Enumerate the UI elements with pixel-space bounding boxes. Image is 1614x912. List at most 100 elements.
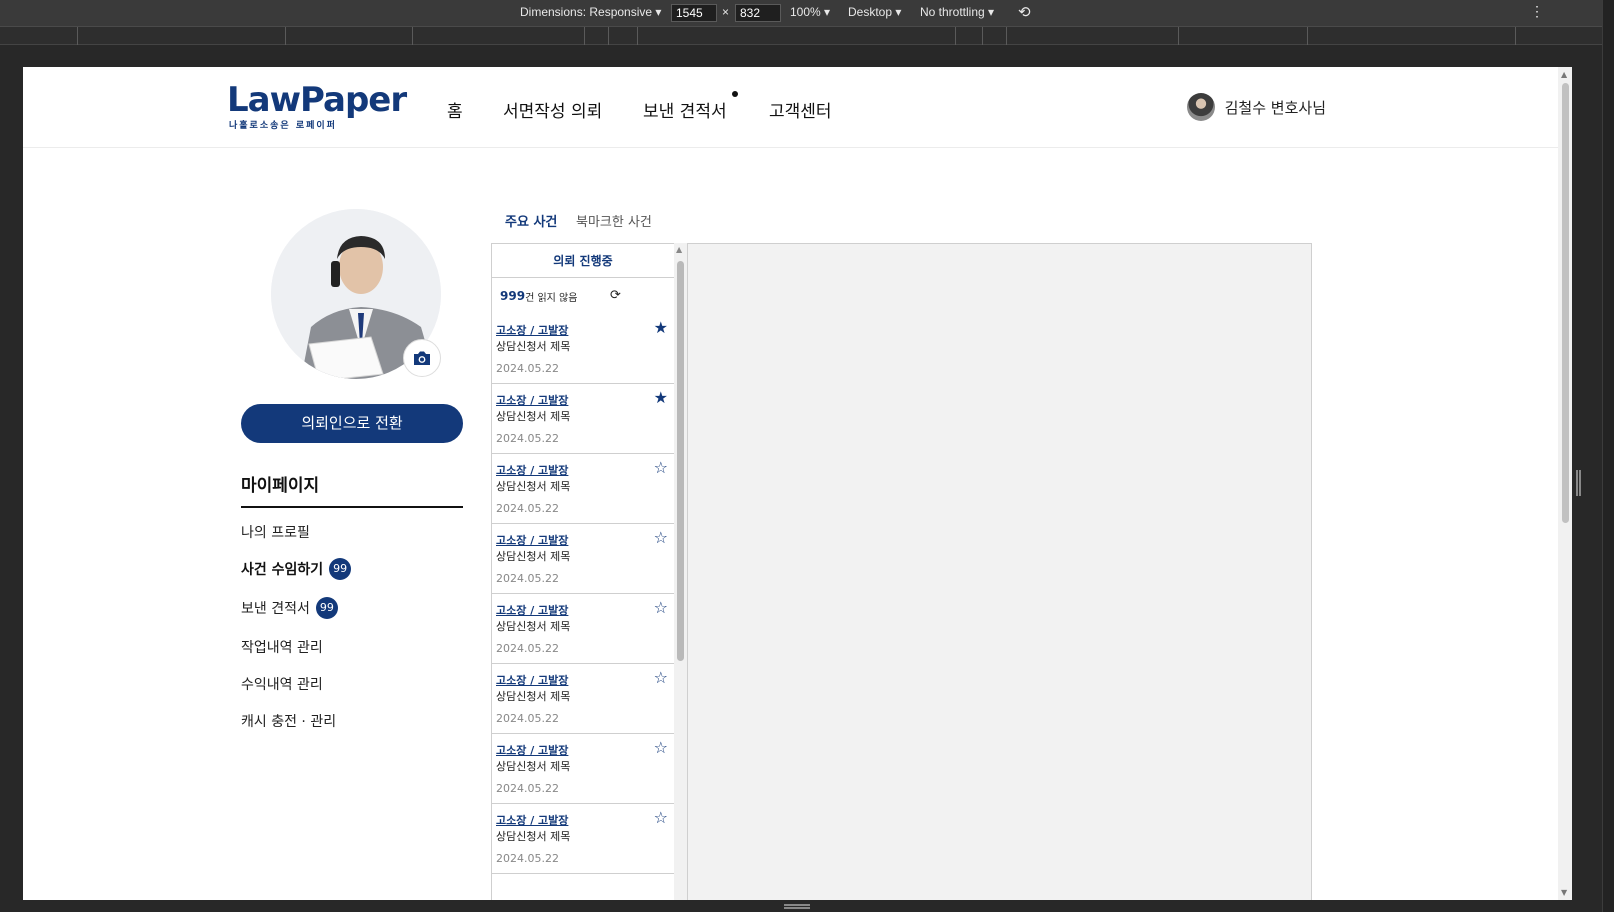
case-list-item[interactable]: 고소장 / 고발장 상담신청서 제목 2024.05.22 ☆ [492,804,674,874]
sidebar-item-earnings[interactable]: 수익내역 관리 [241,674,323,694]
case-date: 2024.05.22 [496,712,559,725]
star-outline-icon[interactable]: ☆ [654,670,668,686]
case-list-item[interactable]: 고소장 / 고발장상담신청서 제목 2024.05.22 ☆ [492,664,674,734]
star-filled-icon[interactable]: ★ [654,320,668,336]
sidebar-item-sent-quotes[interactable]: 보낸 견적서 99 [241,597,338,619]
unread-label: 건 읽지 않음 [525,292,578,304]
logo-text: LawPaper [227,80,407,120]
sidebar-item-label: 사건 수임하기 [241,562,324,578]
sidebar-item-cash[interactable]: 캐시 충전 · 관리 [241,711,336,731]
case-title: 상담신청서 제목 [496,340,571,353]
count-badge: 99 [315,597,338,619]
star-outline-icon[interactable]: ☆ [654,740,668,756]
rotate-icon[interactable]: ⟲ [1018,3,1031,21]
case-category[interactable]: 고소장 / 고발장 [496,532,568,548]
case-detail-panel [687,243,1312,900]
case-date: 2024.05.22 [496,852,559,865]
case-category[interactable]: 고소장 / 고발장 [496,602,568,618]
zoom-label: 100% [790,5,821,19]
case-list-scrollbar[interactable]: ▲ [674,243,687,900]
dimensions-dropdown[interactable]: Dimensions: Responsive ▾ [520,5,661,19]
width-input[interactable]: 1545 [671,4,717,22]
unread-summary: 999 건 읽지 않음 ⟳ [492,278,674,314]
star-filled-icon[interactable]: ★ [654,390,668,406]
scroll-thumb[interactable] [677,261,684,661]
tab-main-cases[interactable]: 주요 사건 [505,211,557,230]
throttling-label: No throttling [920,5,985,19]
case-category[interactable]: 고소장 / 고발장 [496,812,568,828]
case-list-item[interactable]: 고소장 / 고발장상담신청서 제목 2024.05.22 ☆ [492,594,674,664]
scroll-thumb[interactable] [1562,83,1569,523]
scroll-up-icon[interactable]: ▲ [1561,70,1567,79]
star-outline-icon[interactable]: ☆ [654,600,668,616]
device-label: Desktop [848,5,893,19]
tab-bookmarked-cases[interactable]: 북마크한 사건 [576,211,652,230]
times-separator: × [722,5,730,19]
unread-count: 999 [500,289,526,303]
case-date: 2024.05.22 [496,642,559,655]
scroll-down-icon[interactable]: ▼ [1561,888,1567,897]
media-query-ruler [0,27,1602,45]
devtools-toolbar: Dimensions: Responsive ▾ 1545 × 832 100%… [0,0,1614,27]
case-category[interactable]: 고소장 / 고발장 [496,322,568,338]
case-category[interactable]: 고소장 / 고발장 [496,392,568,408]
nav-home[interactable]: 홈 [447,97,463,122]
user-menu[interactable]: 김철수 변호사님 [1186,93,1326,121]
user-name: 김철수 변호사님 [1224,98,1326,117]
case-date: 2024.05.22 [496,572,559,585]
site-header: LawPaper 나홀로소송은 로페이퍼 홈 서면작성 의뢰 보낸 견적서 고객… [23,67,1558,148]
case-title: 상담신청서 제목 [496,760,571,773]
change-photo-button[interactable] [403,339,441,377]
case-title: 상담신청서 제목 [496,690,571,703]
sidebar-item-work-history[interactable]: 작업내역 관리 [241,637,323,657]
case-date: 2024.05.22 [496,362,559,375]
sidebar-item-accept-cases[interactable]: 사건 수임하기 99 [241,558,352,580]
case-list-item[interactable]: 고소장 / 고발장상담신청서 제목 2024.05.22 ★ [492,314,674,384]
resize-handle-right[interactable] [1576,470,1581,496]
case-title: 상담신청서 제목 [496,620,571,633]
case-category[interactable]: 고소장 / 고발장 [496,672,568,688]
page-viewport: LawPaper 나홀로소송은 로페이퍼 홈 서면작성 의뢰 보낸 견적서 고객… [23,67,1572,900]
sidebar-item-label: 캐시 충전 · 관리 [241,714,337,730]
star-outline-icon[interactable]: ☆ [654,810,668,826]
case-list: 의뢰 진행중 999 건 읽지 않음 ⟳ 고소장 / 고발장 상담신청서 제목 20… [491,243,687,900]
case-title: 상담신청서 제목 [496,550,571,563]
notification-dot [732,91,738,97]
nav-sent-quotes[interactable]: 보낸 견적서 [643,97,727,122]
height-input[interactable]: 832 [735,4,781,22]
mypage-title: 마이페이지 [241,471,463,508]
zoom-dropdown[interactable]: 100% ▾ [790,5,830,19]
devtools-side-panel [1602,0,1614,912]
page-scrollbar[interactable]: ▲ ▼ [1558,67,1572,900]
profile-image-area [271,209,441,379]
nav-writing-request[interactable]: 서면작성 의뢰 [503,97,602,122]
case-category[interactable]: 고소장 / 고발장 [496,742,568,758]
sidebar-item-label: 보낸 견적서 [241,601,310,617]
case-list-item[interactable]: 고소장 / 고발장 상담신청서 제목 2024.05.22 ☆ [492,734,674,804]
dimensions-label: Dimensions: Responsive [520,5,653,19]
case-title: 상담신청서 제목 [496,410,571,423]
camera-icon [414,351,430,365]
case-title: 상담신청서 제목 [496,480,571,493]
switch-to-client-button[interactable]: 의뢰인으로 전환 [241,404,463,443]
case-category[interactable]: 고소장 / 고발장 [496,462,568,478]
star-outline-icon[interactable]: ☆ [654,530,668,546]
case-list-item[interactable]: 고소장 / 고발장상담신청서 제목 2024.05.22 ☆ [492,454,674,524]
throttling-dropdown[interactable]: No throttling ▾ [920,5,994,19]
sidebar-item-profile[interactable]: 나의 프로필 [241,522,310,542]
resize-handle-bottom[interactable] [784,904,810,909]
case-list-item[interactable]: 고소장 / 고발장상담신청서 제목 2024.05.22 ☆ [492,524,674,594]
sidebar-item-label: 나의 프로필 [241,525,310,541]
scroll-up-icon[interactable]: ▲ [676,245,682,254]
more-options-icon[interactable]: ⋮ [1530,3,1544,20]
case-list-item[interactable]: 고소장 / 고발장상담신청서 제목 2024.05.22 ★ [492,384,674,454]
site-logo[interactable]: LawPaper 나홀로소송은 로페이퍼 [227,80,407,131]
case-date: 2024.05.22 [496,432,559,445]
nav-customer-center[interactable]: 고객센터 [769,97,832,122]
star-outline-icon[interactable]: ☆ [654,460,668,476]
sidebar-item-label: 수익내역 관리 [241,677,323,693]
device-dropdown[interactable]: Desktop ▾ [848,5,901,19]
case-date: 2024.05.22 [496,502,559,515]
case-list-header: 의뢰 진행중 [492,244,674,278]
refresh-icon[interactable]: ⟳ [610,288,621,303]
